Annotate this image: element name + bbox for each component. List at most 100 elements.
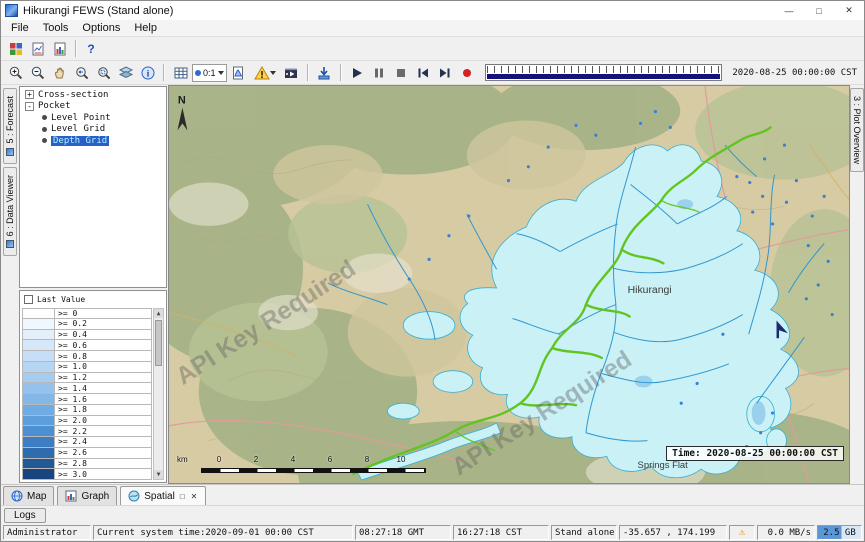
play-icon[interactable] <box>347 63 368 83</box>
legend-entry: >= 0.2 <box>22 319 152 330</box>
status-warning-icon[interactable]: ⚠ <box>729 525 755 540</box>
legend-entry: >= 0 <box>22 308 152 319</box>
tab-forecast[interactable]: 5 : Forecast <box>3 88 17 164</box>
scale-combo-value: 0:1 <box>203 68 216 78</box>
legend-swatch <box>22 416 55 427</box>
step-forward-icon[interactable] <box>435 63 456 83</box>
pan-hand-icon[interactable] <box>49 63 70 83</box>
tab-spatial-label: Spatial <box>144 491 175 502</box>
status-gmt-time: 08:27:18 GMT <box>355 525 451 540</box>
animation-icon[interactable] <box>281 63 302 83</box>
zoom-previous-icon[interactable] <box>71 63 92 83</box>
legend-list: >= 0 >= 0.2 >= 0.4 >= 0.6 >= 0.8 >= 1.0 … <box>22 308 152 480</box>
tab-graph[interactable]: Graph <box>57 486 117 505</box>
step-back-icon[interactable] <box>413 63 434 83</box>
tree-item-depth-grid[interactable]: Depth Grid <box>20 135 166 147</box>
spatial-icon <box>128 490 140 502</box>
close-button[interactable]: ✕ <box>834 1 864 20</box>
legend-scrollbar[interactable]: ▲ ▼ <box>153 308 164 480</box>
zoom-in-icon[interactable] <box>5 63 26 83</box>
left-panel: + Cross-section - Pocket Level Point Lev… <box>18 85 168 484</box>
status-local-time: 16:27:18 CST <box>453 525 549 540</box>
legend-entry: >= 0.6 <box>22 340 152 351</box>
last-value-checkbox[interactable] <box>24 295 33 304</box>
chevron-down-icon <box>218 71 224 78</box>
legend-swatch <box>22 469 55 480</box>
help-button[interactable]: ? <box>82 39 100 59</box>
legend-entry: >= 0.4 <box>22 330 152 341</box>
toolbar-separator <box>163 64 165 81</box>
last-value-label: Last Value <box>37 295 85 304</box>
menu-help[interactable]: Help <box>127 21 164 35</box>
timeline-ticks <box>487 66 721 73</box>
legend-entry: >= 1.0 <box>22 362 152 373</box>
legend-entry: >= 2.6 <box>22 448 152 459</box>
scale-unit-label: km <box>177 455 188 464</box>
tree-item-level-grid[interactable]: Level Grid <box>20 124 166 136</box>
menu-file[interactable]: File <box>4 21 36 35</box>
titlebar: Hikurangi FEWS (Stand alone) — □ ✕ <box>1 1 864 20</box>
menubar: File Tools Options Help <box>1 20 864 37</box>
legend-swatch <box>22 459 55 470</box>
map-view[interactable]: API Key Required API Key Required Hikura… <box>168 85 850 484</box>
expand-icon[interactable]: + <box>25 90 34 99</box>
toolbar-separator <box>340 64 342 81</box>
statusbar: Administrator Current system time:2020-0… <box>1 524 864 541</box>
main-content: 5 : Forecast 6 : Data Viewer + Cross-sec… <box>1 85 864 484</box>
legend-swatch <box>22 373 55 384</box>
zoom-out-icon[interactable] <box>27 63 48 83</box>
legend-swatch <box>22 437 55 448</box>
tree-item-cross-section[interactable]: + Cross-section <box>20 89 166 101</box>
layer-tree: + Cross-section - Pocket Level Point Lev… <box>19 86 167 288</box>
stop-icon[interactable] <box>391 63 412 83</box>
layers-icon[interactable] <box>115 63 136 83</box>
legend-header: Last Value <box>20 291 166 307</box>
tab-spatial[interactable]: Spatial □ ✕ <box>120 486 206 505</box>
legend-entry: >= 1.4 <box>22 383 152 394</box>
scroll-down-icon[interactable]: ▼ <box>154 470 163 479</box>
info-icon[interactable]: i <box>137 63 158 83</box>
spatial-display-icon[interactable] <box>49 39 70 59</box>
tab-plot-overview[interactable]: 3 : Plot Overview <box>850 88 864 172</box>
scale-tick: 4 <box>291 455 295 464</box>
logs-button[interactable]: Logs <box>4 508 46 523</box>
maximize-button[interactable]: □ <box>804 1 834 20</box>
legend-entry: >= 2.8 <box>22 459 152 470</box>
bullet-icon <box>42 138 47 143</box>
tab-map[interactable]: Map <box>3 486 54 505</box>
toolbar-separator <box>307 64 309 81</box>
scroll-up-icon[interactable]: ▲ <box>154 309 163 318</box>
scale-combo[interactable]: 0:1 <box>192 64 227 82</box>
timeseries-display-icon[interactable] <box>27 39 48 59</box>
tree-item-level-point[interactable]: Level Point <box>20 112 166 124</box>
bullet-icon <box>42 115 47 120</box>
collapse-icon[interactable]: - <box>25 102 34 111</box>
scroll-thumb[interactable] <box>155 320 162 366</box>
map-time-label: Time: 2020-08-25 00:00:00 CST <box>666 446 844 461</box>
minimize-button[interactable]: — <box>774 1 804 20</box>
tab-close-icon[interactable]: ✕ <box>190 492 199 501</box>
tab-map-label: Map <box>27 491 46 502</box>
scale-tick: 10 <box>397 455 406 464</box>
map-canvas[interactable]: API Key Required API Key Required Hikura… <box>169 86 849 483</box>
legend-swatch <box>22 405 55 416</box>
grid-display-icon[interactable] <box>170 63 191 83</box>
menu-options[interactable]: Options <box>75 21 127 35</box>
menu-tools[interactable]: Tools <box>36 21 76 35</box>
zoom-extent-icon[interactable] <box>93 63 114 83</box>
pause-icon[interactable] <box>369 63 390 83</box>
warnings-dropdown[interactable] <box>250 63 280 83</box>
toolbar-separator <box>75 40 77 57</box>
tree-item-label: Cross-section <box>38 90 108 100</box>
export-download-icon[interactable] <box>314 63 335 83</box>
profile-document-icon[interactable] <box>228 63 249 83</box>
app-window: Hikurangi FEWS (Stand alone) — □ ✕ File … <box>0 0 865 542</box>
tree-item-pocket[interactable]: - Pocket <box>20 101 166 113</box>
legend-panel: Last Value >= 0 >= 0.2 >= 0.4 >= 0.6 >= … <box>19 290 167 483</box>
timeline-slider[interactable] <box>485 64 723 81</box>
tab-restore-icon[interactable]: □ <box>179 492 186 501</box>
explorer-icon[interactable] <box>5 39 26 59</box>
tab-data-viewer[interactable]: 6 : Data Viewer <box>3 167 17 256</box>
legend-swatch <box>22 319 55 330</box>
record-icon[interactable] <box>457 63 478 83</box>
